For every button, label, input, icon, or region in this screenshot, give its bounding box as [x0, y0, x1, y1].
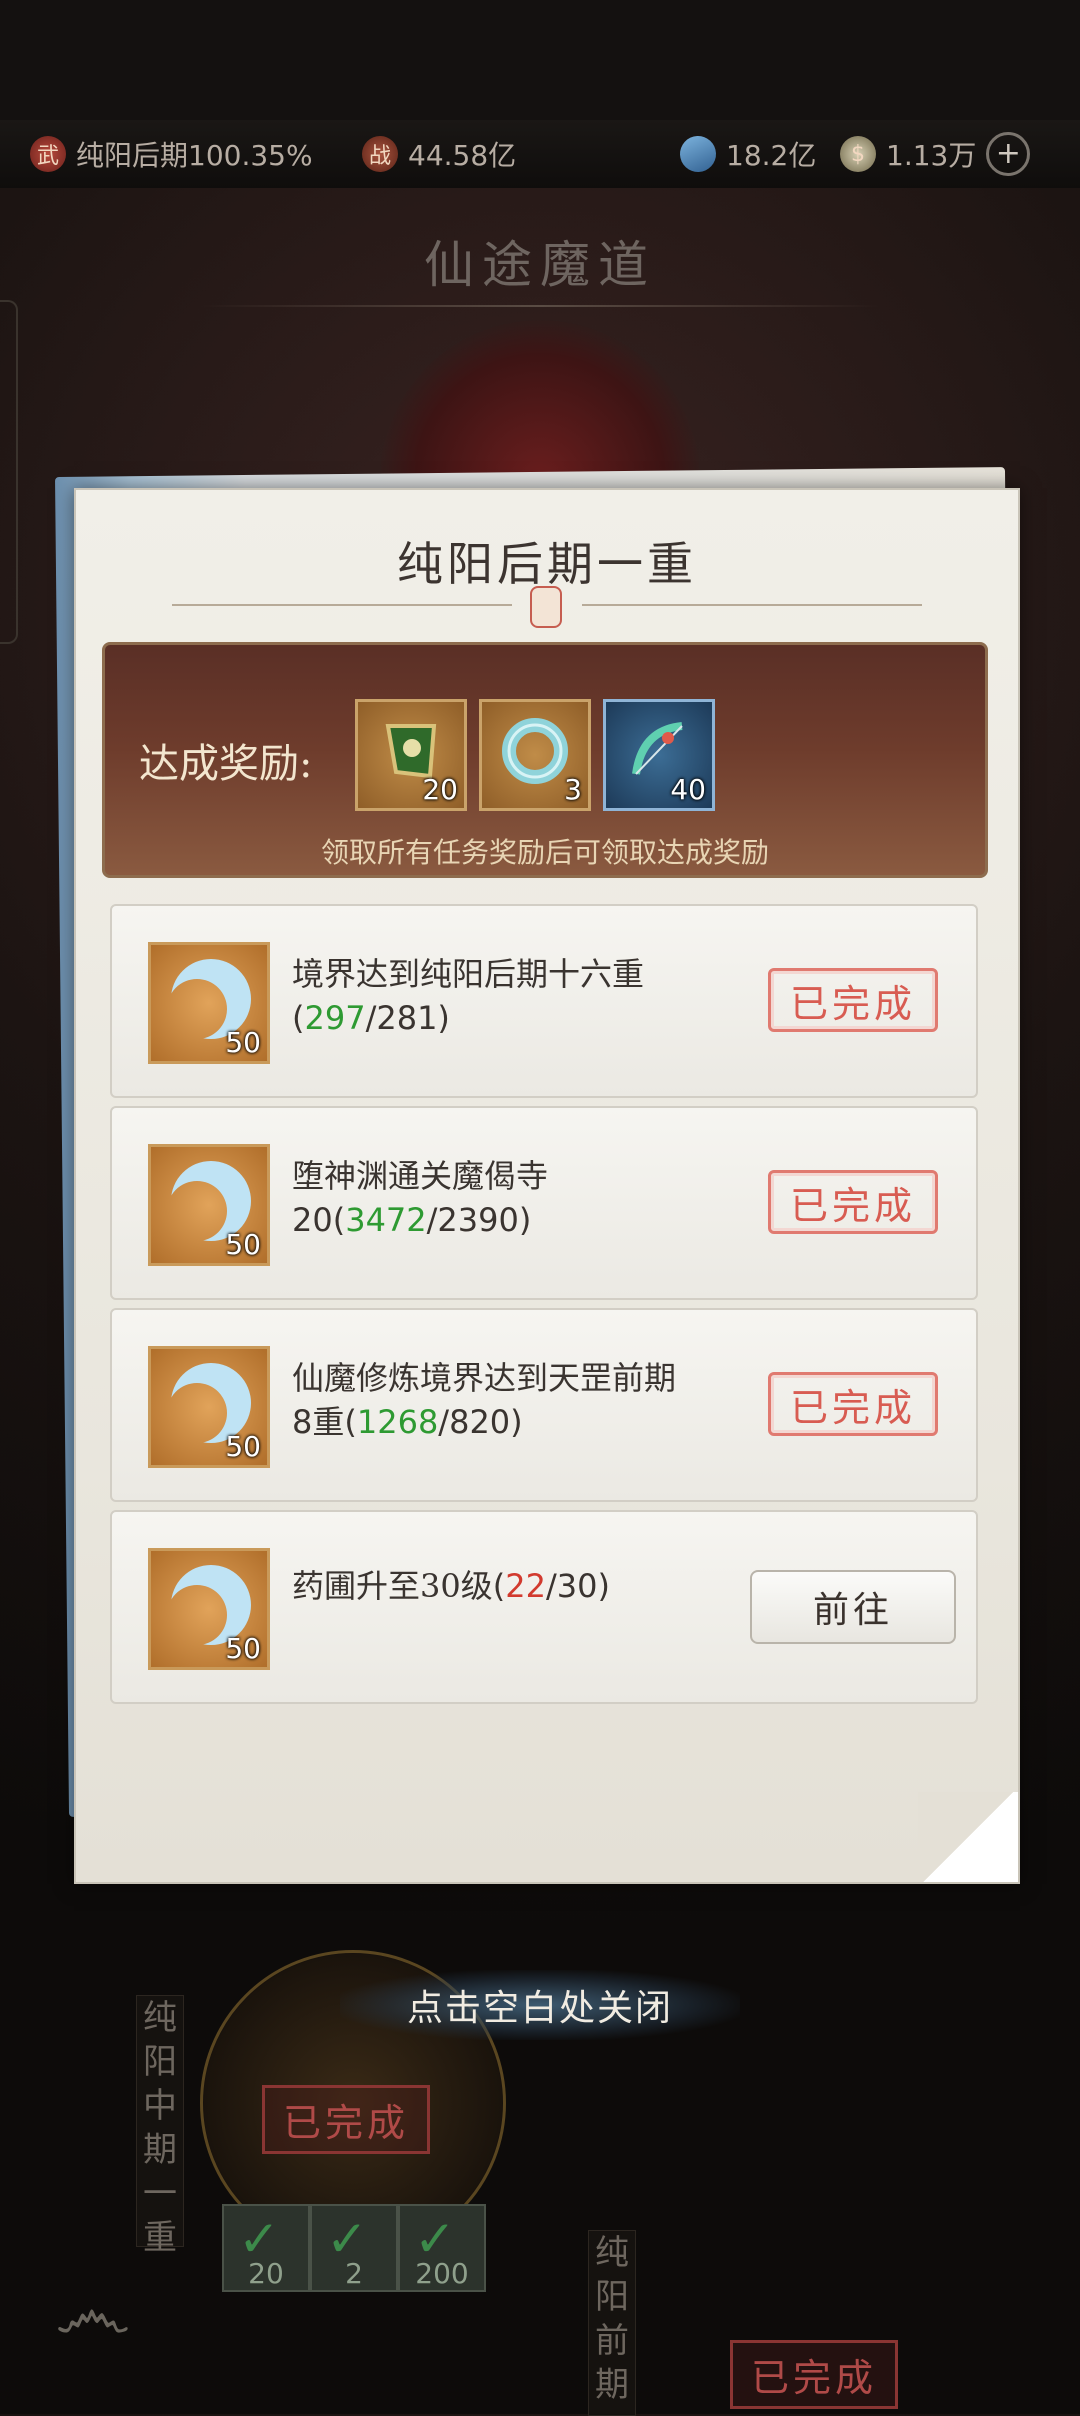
bg-stage-done-right: 已完成 — [730, 2340, 899, 2409]
top-bar — [0, 0, 1080, 120]
power-stat[interactable]: 战 44.58亿 — [362, 134, 516, 174]
coin-value: 1.13万 — [886, 139, 977, 172]
resource-bar: 武 纯阳后期100.35% 战 44.58亿 18.2亿 $ 1.13万 + — [0, 120, 1080, 188]
task-progress: 8重(1268/820) — [292, 1403, 523, 1441]
crystal-stat[interactable]: 18.2亿 — [674, 130, 817, 178]
task-description: 仙魔修炼境界达到天罡前期 8重(1268/820) — [292, 1359, 677, 1441]
completed-stamp: 已完成 — [768, 968, 938, 1032]
power-value: 44.58亿 — [408, 139, 517, 172]
reward-item-green-banner[interactable]: 20 — [355, 699, 467, 811]
task-reward-count: 50 — [225, 1430, 261, 1463]
task-description: 堕神渊通关魔偈寺 20(3472/2390) — [292, 1157, 549, 1239]
task-row: 50 药圃升至30级(22/30) 前往 — [110, 1510, 978, 1704]
task-row: 50 堕神渊通关魔偈寺 20(3472/2390) 已完成 — [110, 1106, 978, 1300]
bg-stage-label-left: 纯阳中期一重 — [136, 1995, 184, 2258]
page-curl — [918, 1792, 1018, 1882]
task-progress: (22/30) — [492, 1567, 610, 1605]
title-divider-left — [172, 604, 512, 606]
bg-stage-label-right: 纯阳前期 — [588, 2230, 636, 2416]
task-reward-count: 50 — [225, 1228, 261, 1261]
check-icon: ✓ — [238, 2210, 280, 2268]
reward-count: 40 — [670, 773, 706, 806]
title-divider-right — [582, 604, 922, 606]
check-icon: ✓ — [414, 2210, 456, 2268]
task-row: 50 仙魔修炼境界达到天罡前期 8重(1268/820) 已完成 — [110, 1308, 978, 1502]
bg-reward-slot: ✓ 2 — [310, 2204, 398, 2292]
power-icon: 战 — [362, 136, 398, 172]
coin-icon: $ — [840, 136, 876, 172]
reward-label: 达成奖励: — [139, 741, 313, 787]
realm-stat[interactable]: 武 纯阳后期100.35% — [30, 134, 313, 174]
task-description: 境界达到纯阳后期十六重 (297/281) — [292, 955, 645, 1037]
seal-icon — [530, 586, 562, 628]
check-icon: ✓ — [326, 2210, 368, 2268]
reward-hint: 领取所有任务奖励后可领取达成奖励 — [320, 836, 769, 869]
completed-stamp: 已完成 — [768, 1372, 938, 1436]
coin-stat[interactable]: $ 1.13万 + — [840, 132, 1031, 176]
task-description: 药圃升至30级(22/30) — [292, 1567, 610, 1605]
bg-title-divider — [200, 305, 880, 307]
dialog-title: 纯阳后期一重 — [397, 537, 697, 591]
bg-stage-done-left: 已完成 — [262, 2085, 431, 2154]
realm-icon: 武 — [30, 136, 66, 172]
reward-item-jade-ring[interactable]: 3 — [479, 699, 591, 811]
completion-reward-banner: 达成奖励: 20 3 40 领取所有任务奖励后可领取达成奖励 — [102, 642, 988, 878]
reward-count: 3 — [564, 773, 582, 806]
realm-progress: 纯阳后期100.35% — [76, 139, 313, 172]
task-progress: (297/281) — [292, 999, 450, 1037]
go-button[interactable]: 前往 — [750, 1570, 956, 1644]
cloud-icon[interactable]: ෴ — [55, 2265, 131, 2359]
task-reward-item[interactable]: 50 — [148, 1548, 270, 1670]
bg-reward-slot: ✓ 20 — [222, 2204, 310, 2292]
task-reward-item[interactable]: 50 — [148, 942, 270, 1064]
task-reward-item[interactable]: 50 — [148, 1346, 270, 1468]
reward-item-bow[interactable]: 40 — [603, 699, 715, 811]
task-reward-count: 50 — [225, 1026, 261, 1059]
bg-reward-slot: ✓ 200 — [398, 2204, 486, 2292]
task-reward-count: 50 — [225, 1632, 261, 1665]
crystal-icon — [674, 130, 722, 178]
side-tab[interactable] — [0, 300, 18, 644]
completed-stamp: 已完成 — [768, 1170, 938, 1234]
close-hint[interactable]: 点击空白处关闭 — [340, 1970, 740, 2040]
plus-icon[interactable]: + — [986, 132, 1031, 176]
crystal-value: 18.2亿 — [726, 139, 817, 172]
reward-count: 20 — [422, 773, 458, 806]
task-progress: 20(3472/2390) — [292, 1201, 532, 1239]
task-reward-item[interactable]: 50 — [148, 1144, 270, 1266]
task-row: 50 境界达到纯阳后期十六重 (297/281) 已完成 — [110, 904, 978, 1098]
jade-ring-icon — [502, 718, 568, 784]
task-dialog: 纯阳后期一重 达成奖励: 20 3 40 领取所有任务奖励后可领取达成奖励 50… — [74, 488, 1020, 1884]
bg-page-title: 仙途魔道 — [424, 236, 656, 294]
